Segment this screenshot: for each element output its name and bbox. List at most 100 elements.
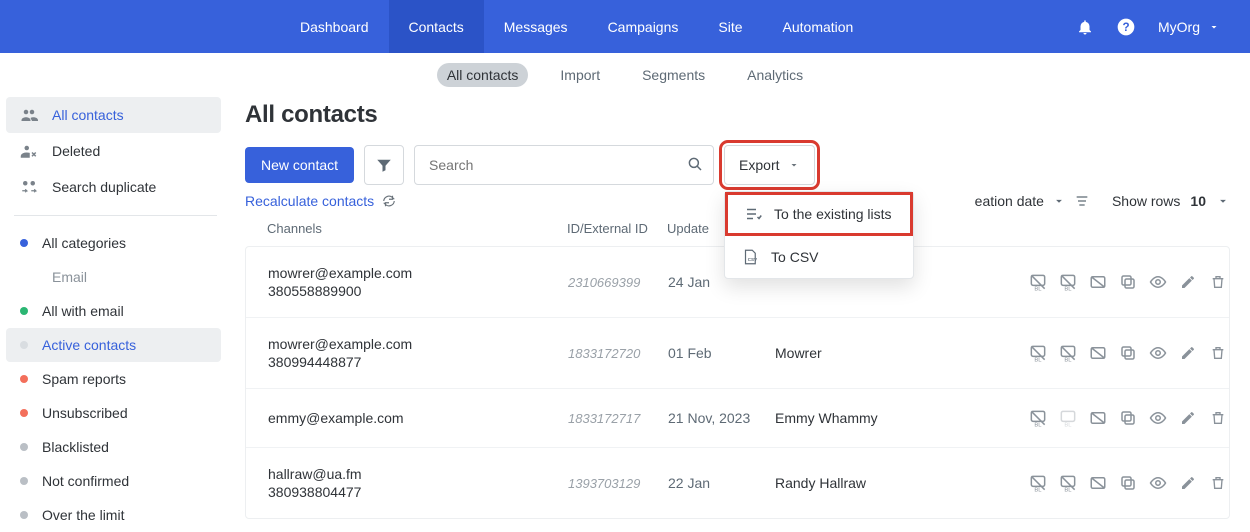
action-blacklist-off-icon[interactable]: BL xyxy=(1027,271,1049,293)
action-copy-icon[interactable] xyxy=(1117,271,1139,293)
contact-id: 1833172720 xyxy=(568,346,668,361)
chevron-down-icon xyxy=(1208,21,1220,33)
sidebar-cat-all[interactable]: All categories xyxy=(6,226,221,260)
subnav-analytics[interactable]: Analytics xyxy=(737,63,813,87)
filter-button[interactable] xyxy=(364,145,404,185)
action-block-icon[interactable] xyxy=(1087,472,1109,494)
svg-text:BL: BL xyxy=(1064,422,1072,428)
action-blacklist-on-icon: BL xyxy=(1057,407,1079,429)
group-swap-icon xyxy=(20,178,38,196)
recalculate-link[interactable]: Recalculate contacts xyxy=(245,193,396,209)
action-copy-icon[interactable] xyxy=(1117,407,1139,429)
contact-email: emmy@example.com xyxy=(268,410,568,426)
search-input[interactable] xyxy=(414,145,714,185)
dot-icon xyxy=(20,341,28,349)
bell-icon[interactable] xyxy=(1076,18,1094,36)
org-dropdown[interactable]: MyOrg xyxy=(1158,19,1220,35)
nav-dashboard[interactable]: Dashboard xyxy=(280,0,389,53)
org-label: MyOrg xyxy=(1158,19,1200,35)
dot-icon xyxy=(20,307,28,315)
sidebar-all-contacts[interactable]: All contacts xyxy=(6,97,221,133)
nav-site[interactable]: Site xyxy=(698,0,762,53)
action-blacklist-off-icon[interactable]: BL xyxy=(1027,407,1049,429)
action-view-icon[interactable] xyxy=(1147,271,1169,293)
sidebar-search-duplicate[interactable]: Search duplicate xyxy=(6,169,221,205)
help-icon[interactable]: ? xyxy=(1116,17,1136,37)
action-blacklist-on-icon[interactable]: BL xyxy=(1057,342,1079,364)
export-to-csv[interactable]: CSV To CSV xyxy=(725,236,913,278)
action-edit-icon[interactable] xyxy=(1177,271,1199,293)
action-delete-icon[interactable] xyxy=(1207,271,1229,293)
contact-name: Randy Hallraw xyxy=(775,475,1027,491)
new-contact-button[interactable]: New contact xyxy=(245,147,354,183)
contact-update: 21 Nov, 2023 xyxy=(668,410,775,426)
nav-campaigns[interactable]: Campaigns xyxy=(588,0,699,53)
action-delete-icon[interactable] xyxy=(1207,407,1229,429)
dot-icon xyxy=(20,443,28,451)
action-copy-icon[interactable] xyxy=(1117,472,1139,494)
row-actions: BL BL xyxy=(1027,342,1229,364)
action-blacklist-off-icon[interactable]: BL xyxy=(1027,472,1049,494)
table-row[interactable]: emmy@example.com 1833172717 21 Nov, 2023… xyxy=(246,389,1229,448)
sidebar-cat-unsub[interactable]: Unsubscribed xyxy=(6,396,221,430)
export-button[interactable]: Export xyxy=(724,145,814,185)
dot-icon xyxy=(20,511,28,519)
sidebar-cat-blacklisted[interactable]: Blacklisted xyxy=(6,430,221,464)
dot-icon xyxy=(20,409,28,417)
table-row[interactable]: mowrer@example.com 380994448877 18331727… xyxy=(246,318,1229,389)
sidebar-cat-allwithemail[interactable]: All with email xyxy=(6,294,221,328)
action-view-icon[interactable] xyxy=(1147,472,1169,494)
sidebar-item-label: All categories xyxy=(42,235,126,251)
show-rows-value: 10 xyxy=(1190,193,1206,209)
action-blacklist-off-icon[interactable]: BL xyxy=(1027,342,1049,364)
action-edit-icon[interactable] xyxy=(1177,342,1199,364)
export-to-existing-lists[interactable]: To the existing lists xyxy=(725,192,913,236)
action-view-icon[interactable] xyxy=(1147,407,1169,429)
contact-name: Emmy Whammy xyxy=(775,410,1027,426)
action-block-icon[interactable] xyxy=(1087,342,1109,364)
svg-text:BL: BL xyxy=(1034,357,1042,363)
sidebar-item-label: All with email xyxy=(42,303,124,319)
contact-update: 22 Jan xyxy=(668,475,775,491)
main-content: All contacts New contact Export xyxy=(225,97,1250,532)
action-view-icon[interactable] xyxy=(1147,342,1169,364)
list-check-icon xyxy=(744,205,762,223)
svg-text:BL: BL xyxy=(1064,357,1072,363)
svg-text:?: ? xyxy=(1122,21,1129,34)
action-delete-icon[interactable] xyxy=(1207,472,1229,494)
action-delete-icon[interactable] xyxy=(1207,342,1229,364)
subnav-segments[interactable]: Segments xyxy=(632,63,715,87)
show-rows-dropdown[interactable] xyxy=(1216,194,1230,208)
col-channels: Channels xyxy=(267,221,567,236)
action-blacklist-on-icon[interactable]: BL xyxy=(1057,271,1079,293)
contact-email: mowrer@example.com xyxy=(268,336,568,352)
action-edit-icon[interactable] xyxy=(1177,472,1199,494)
sidebar-deleted[interactable]: Deleted xyxy=(6,133,221,169)
row-actions: BL BL xyxy=(1027,407,1229,429)
svg-text:BL: BL xyxy=(1034,487,1042,493)
sort-button[interactable] xyxy=(1074,193,1090,209)
creation-date-dropdown[interactable] xyxy=(1052,194,1066,208)
sidebar-cat-email[interactable]: Email xyxy=(6,260,221,294)
action-edit-icon[interactable] xyxy=(1177,407,1199,429)
subnav-import[interactable]: Import xyxy=(550,63,610,87)
search-icon[interactable] xyxy=(686,155,704,173)
sidebar-cat-active[interactable]: Active contacts xyxy=(6,328,221,362)
action-block-icon[interactable] xyxy=(1087,407,1109,429)
nav-messages[interactable]: Messages xyxy=(484,0,588,53)
svg-text:BL: BL xyxy=(1034,422,1042,428)
sidebar-cat-notconfirmed[interactable]: Not confirmed xyxy=(6,464,221,498)
subnav-all-contacts[interactable]: All contacts xyxy=(437,63,529,87)
export-menu-item-label: To the existing lists xyxy=(774,206,892,222)
dot-icon xyxy=(20,375,28,383)
sidebar-cat-overlimit[interactable]: Over the limit xyxy=(6,498,221,532)
action-block-icon[interactable] xyxy=(1087,271,1109,293)
nav-contacts[interactable]: Contacts xyxy=(389,0,484,53)
table-row[interactable]: hallraw@ua.fm 380938804477 1393703129 22… xyxy=(246,448,1229,518)
action-copy-icon[interactable] xyxy=(1117,342,1139,364)
action-blacklist-on-icon[interactable]: BL xyxy=(1057,472,1079,494)
nav-automation[interactable]: Automation xyxy=(763,0,874,53)
sidebar-cat-spam[interactable]: Spam reports xyxy=(6,362,221,396)
contact-name: Mowrer xyxy=(775,345,1027,361)
sidebar-item-label: Not confirmed xyxy=(42,473,129,489)
